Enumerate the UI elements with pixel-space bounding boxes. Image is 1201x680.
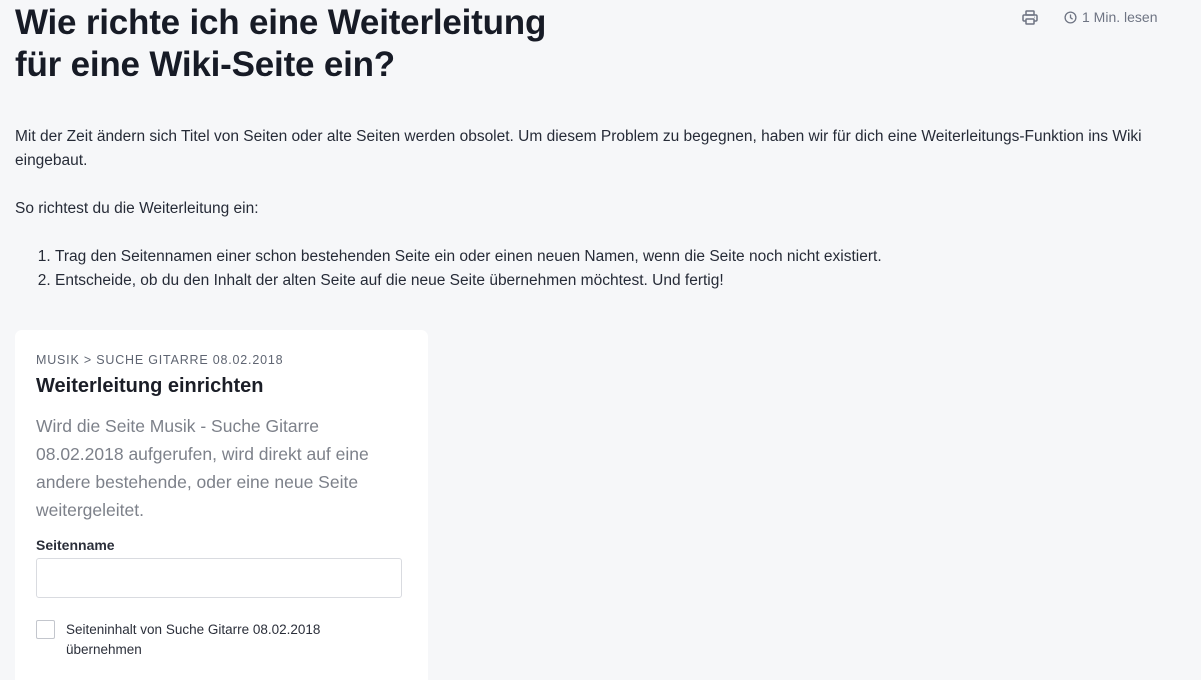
steps-list: Trag den Seitennamen einer schon bestehe… — [15, 245, 1185, 293]
copy-content-label[interactable]: Seiteninhalt von Suche Gitarre 08.02.201… — [66, 620, 356, 660]
article-meta: 1 Min. lesen — [1020, 8, 1157, 26]
dialog-title: Weiterleitung einrichten — [36, 375, 264, 397]
copy-content-checkbox[interactable] — [36, 620, 55, 639]
page-title: Wie richte ich eine Weiterleitung für ei… — [15, 2, 635, 86]
page-name-label: Seitenname — [36, 537, 115, 553]
page-name-input[interactable] — [36, 558, 402, 598]
page-title-line-1: Wie richte ich eine Weiterleitung — [15, 3, 547, 42]
howto-paragraph: So richtest du die Weiterleitung ein: — [15, 200, 259, 217]
breadcrumb: MUSIK > SUCHE GITARRE 08.02.2018 — [36, 353, 284, 367]
printer-icon — [1022, 9, 1038, 25]
list-item: Trag den Seitennamen einer schon bestehe… — [55, 245, 1185, 269]
page-title-line-2: für eine Wiki-Seite ein? — [15, 45, 395, 84]
read-time: 1 Min. lesen — [1064, 9, 1157, 25]
clock-icon — [1064, 10, 1077, 24]
print-button[interactable] — [1020, 8, 1040, 26]
intro-paragraph: Mit der Zeit ändern sich Titel von Seite… — [15, 128, 1142, 169]
read-time-label: 1 Min. lesen — [1082, 9, 1158, 25]
redirect-dialog-screenshot: MUSIK > SUCHE GITARRE 08.02.2018 Weiterl… — [15, 330, 428, 680]
article-body: Mit der Zeit ändern sich Titel von Seite… — [15, 125, 1185, 293]
article-page: Wie richte ich eine Weiterleitung für ei… — [0, 0, 1201, 680]
dialog-description: Wird die Seite Musik - Suche Gitarre 08.… — [36, 416, 369, 520]
list-item: Entscheide, ob du den Inhalt der alten S… — [55, 269, 1185, 293]
